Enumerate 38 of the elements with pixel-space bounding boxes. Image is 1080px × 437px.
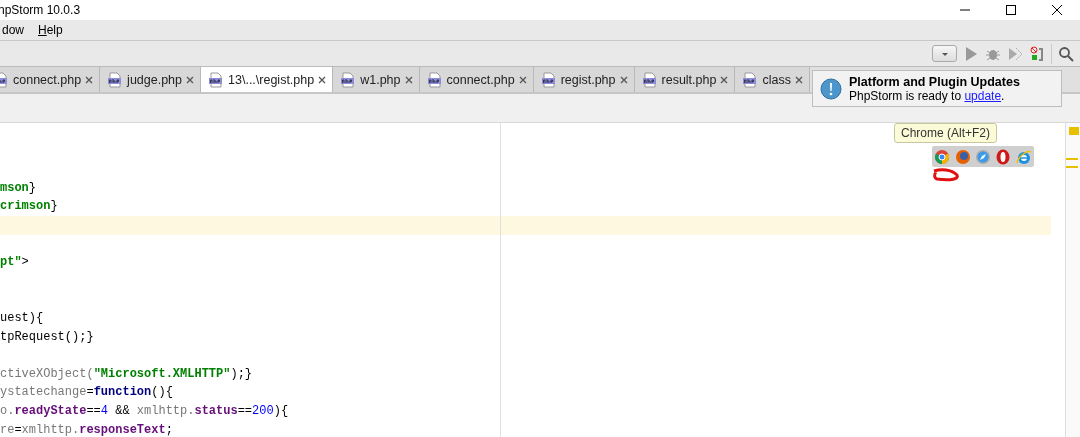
menu-item[interactable]: Help	[36, 23, 65, 37]
php-file-icon	[340, 71, 357, 88]
php-file-icon	[742, 71, 759, 88]
menu-item[interactable]: dow	[0, 23, 26, 37]
scribble-drawing	[931, 166, 961, 183]
editor-tab[interactable]: result.php	[634, 67, 736, 92]
editor-tab[interactable]: judge.php	[100, 67, 202, 92]
notification-text: PhpStorm is ready to update.	[849, 88, 1005, 103]
code-line: ctiveXObject("Microsoft.XMLHTTP");}	[0, 366, 253, 381]
internet-explorer-icon[interactable]	[1015, 148, 1032, 165]
code-line: pt">	[0, 255, 29, 270]
editor-tab[interactable]: connect.php	[0, 67, 101, 92]
code-line: mson}	[0, 180, 36, 195]
php-file-icon	[540, 71, 557, 88]
opera-icon[interactable]	[995, 148, 1012, 165]
php-file-icon	[208, 71, 225, 88]
search-icon[interactable]	[1058, 45, 1074, 62]
chrome-icon[interactable]	[934, 148, 951, 165]
editor-tab[interactable]: regist.php	[533, 67, 635, 92]
code-line: tpRequest();}	[0, 329, 94, 344]
php-file-icon	[426, 71, 443, 88]
editor-tab[interactable]: connect.php	[419, 67, 534, 92]
editor-tab[interactable]: class	[735, 67, 810, 92]
info-icon	[820, 77, 842, 100]
code-line: re=xmlhttp.responseText;	[0, 422, 173, 437]
code-line: o.readyState==4 && xmlhttp.status==200){	[0, 403, 289, 418]
php-file-icon	[641, 71, 658, 88]
editor-tab[interactable]: 13\...\regist.php	[201, 67, 334, 92]
code-line: crimson}	[0, 199, 58, 214]
close-icon[interactable]	[318, 75, 327, 84]
notification-title: Platform and Plugin Updates	[849, 74, 1020, 89]
firefox-icon[interactable]	[954, 148, 971, 165]
debug-listen-icon[interactable]	[1029, 45, 1045, 62]
code-line: uest){	[0, 310, 44, 325]
php-file-icon	[107, 71, 124, 88]
code-line: ystatechange=function(){	[0, 385, 173, 400]
tooltip: Chrome (Alt+F2)	[894, 123, 998, 143]
editor-tab[interactable]: w1.php	[333, 67, 420, 92]
